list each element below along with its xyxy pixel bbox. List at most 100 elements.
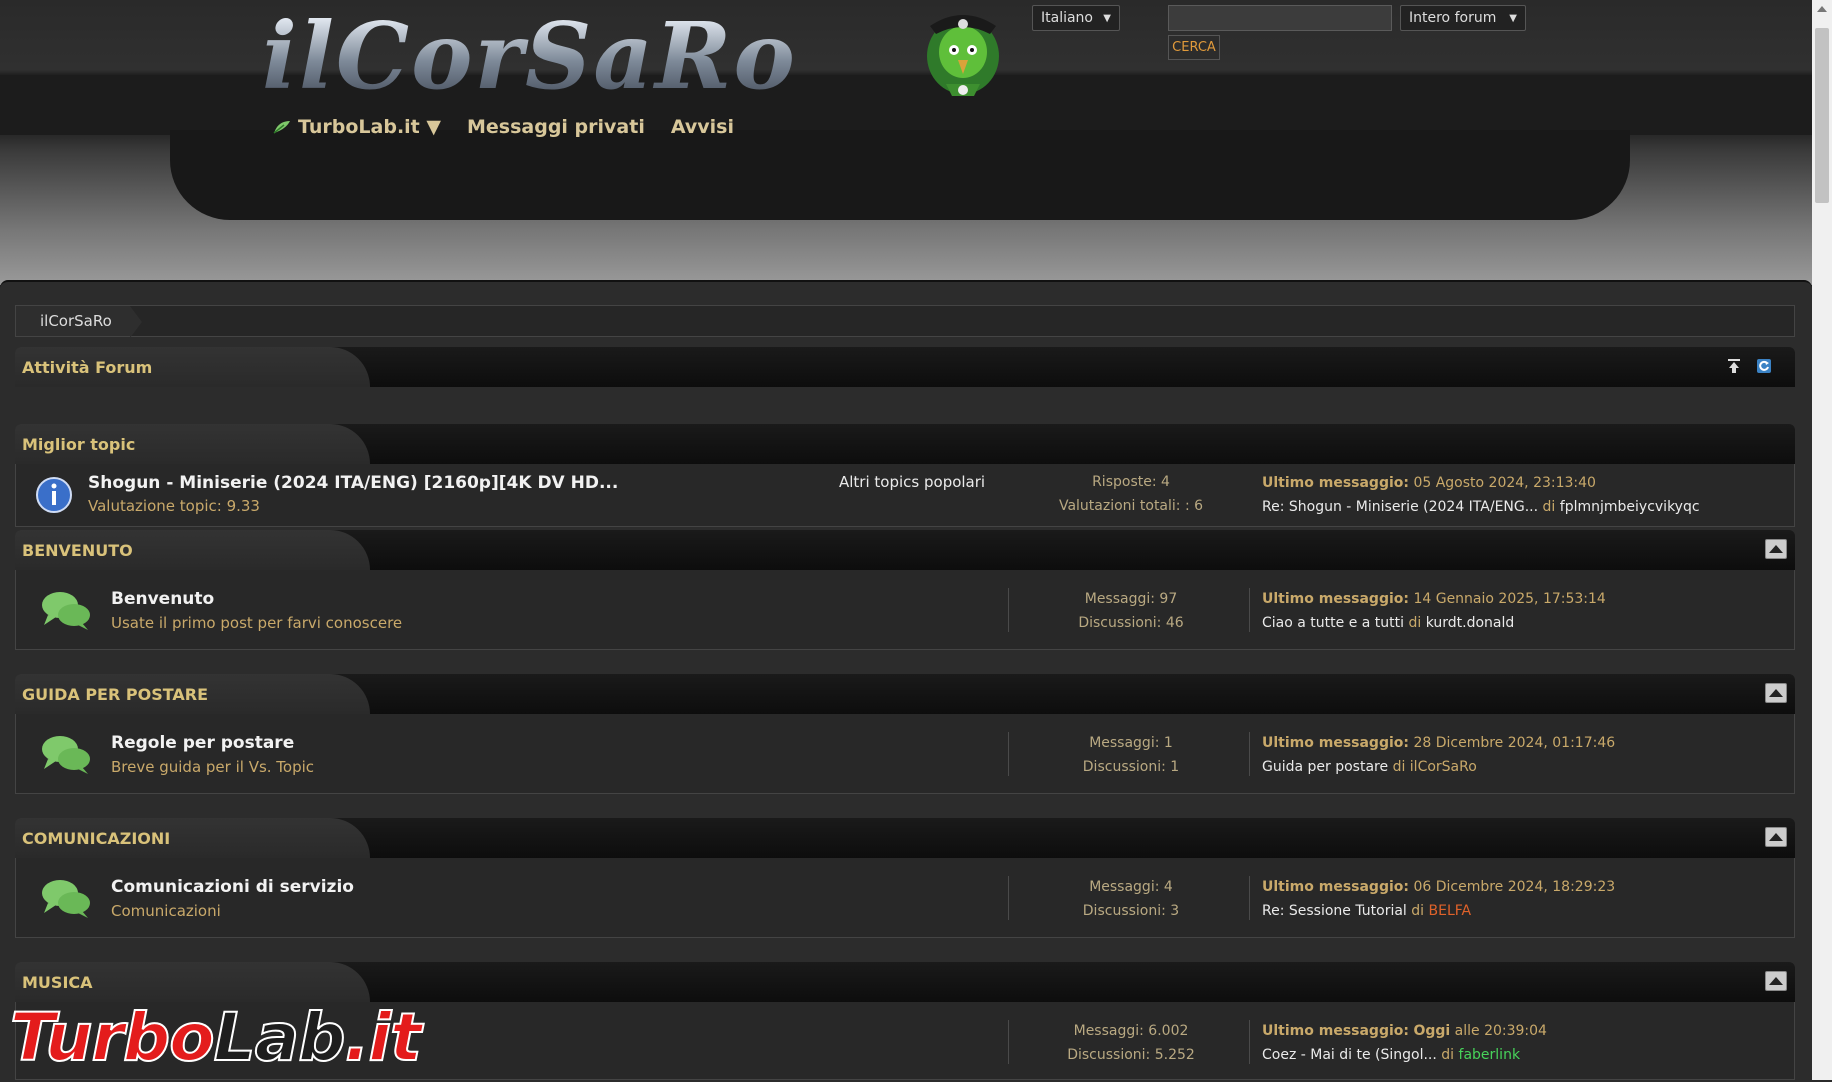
- chat-bubbles-icon: [42, 880, 90, 918]
- divider: [1008, 1020, 1009, 1064]
- top-topic-votes: Valutazioni totali: : 6: [1058, 498, 1204, 514]
- collapse-button[interactable]: [1765, 827, 1787, 847]
- last-message-label: Ultimo messaggio:: [1262, 735, 1409, 751]
- top-topic-title[interactable]: Shogun - Miniserie (2024 ITA/ENG) [2160p…: [88, 473, 618, 493]
- last-message-label: Ultimo messaggio:: [1262, 1023, 1409, 1039]
- nav-private-messages[interactable]: Messaggi privati: [467, 116, 645, 138]
- divider: [1249, 1020, 1250, 1064]
- top-topic-last-subject[interactable]: Re: Shogun - Miniserie (2024 ITA/ENG...: [1262, 499, 1538, 515]
- activity-header: Attività Forum: [15, 347, 1795, 387]
- board-row-regole: Regole per postare Breve guida per il Vs…: [15, 714, 1795, 794]
- board-topics: Discussioni: 1: [1082, 759, 1180, 775]
- search-button[interactable]: CERCA: [1168, 35, 1220, 60]
- language-select[interactable]: Italiano ▼: [1032, 5, 1120, 31]
- chevron-down-icon: ▼: [1509, 12, 1517, 24]
- category-header-guida: GUIDA PER POSTARE: [15, 674, 1795, 714]
- board-last-subject[interactable]: Ciao a tutte e a tutti: [1262, 615, 1404, 631]
- popular-topics-link[interactable]: Altri topics popolari: [839, 473, 985, 491]
- board-title[interactable]: Benvenuto: [111, 589, 214, 609]
- refresh-icon[interactable]: [1755, 357, 1773, 375]
- board-last-subject[interactable]: Guida per postare: [1262, 759, 1388, 775]
- board-last-subject[interactable]: Coez - Mai di te (Singol...: [1262, 1047, 1437, 1063]
- by-label: di: [1411, 903, 1425, 919]
- board-title[interactable]: Comunicazioni di servizio: [111, 877, 354, 897]
- category-title: GUIDA PER POSTARE: [15, 674, 370, 714]
- nav-notifications-label: Avvisi: [670, 116, 734, 138]
- watermark-part: Turbo: [9, 998, 216, 1077]
- category-title: BENVENUTO: [15, 530, 370, 570]
- top-topic-last-info: Ultimo messaggio: 05 Agosto 2024, 23:13:…: [1262, 475, 1596, 491]
- header-curve: [170, 130, 1630, 220]
- divider: [1249, 732, 1250, 776]
- nav-turbolab-label: TurboLab.it ▼: [298, 116, 441, 138]
- board-topics: Discussioni: 3: [1082, 903, 1180, 919]
- nav-turbolab[interactable]: TurboLab.it ▼: [272, 116, 441, 138]
- top-topic-row: Shogun - Miniserie (2024 ITA/ENG) [2160p…: [15, 464, 1795, 527]
- board-posts: Messaggi: 1: [1089, 735, 1173, 751]
- board-topics: Discussioni: 46: [1078, 615, 1184, 631]
- board-last-user[interactable]: ilCorSaRo: [1410, 759, 1477, 775]
- chat-bubbles-icon: [42, 592, 90, 630]
- info-icon: [36, 477, 72, 513]
- collapse-button[interactable]: [1765, 971, 1787, 991]
- collapse-up-icon: [1769, 689, 1783, 697]
- watermark-part: .it: [343, 998, 422, 1077]
- board-posts: Messaggi: 97: [1084, 591, 1178, 607]
- by-label: di: [1408, 615, 1422, 631]
- board-last-date: 06 Dicembre 2024, 18:29:23: [1413, 879, 1616, 895]
- board-description: Usate il primo post per farvi conoscere: [111, 614, 403, 632]
- board-last-info: Ultimo messaggio: 14 Gennaio 2025, 17:53…: [1262, 591, 1606, 607]
- board-last-date: 14 Gennaio 2025, 17:53:14: [1413, 591, 1606, 607]
- scroll-thumb[interactable]: [1815, 28, 1829, 203]
- board-last-info: Ultimo messaggio: 28 Dicembre 2024, 01:1…: [1262, 735, 1615, 751]
- last-message-label: Ultimo messaggio:: [1262, 879, 1409, 895]
- top-topic-header: Miglior topic: [15, 424, 1795, 464]
- top-topic-section-title: Miglior topic: [15, 424, 370, 464]
- page-scrollbar[interactable]: [1812, 0, 1832, 1080]
- board-last-post: Re: Sessione Tutorial di BELFA: [1262, 903, 1471, 919]
- board-last-date-prefix: Oggi: [1413, 1023, 1451, 1039]
- collapse-up-icon: [1769, 833, 1783, 841]
- collapse-button[interactable]: [1765, 539, 1787, 559]
- category-title: MUSICA: [15, 962, 370, 1002]
- board-last-post: Ciao a tutte e a tutti di kurdt.donald: [1262, 615, 1514, 631]
- breadcrumb: ilCorSaRo: [15, 305, 1795, 338]
- board-description: Comunicazioni: [111, 902, 221, 920]
- nav-notifications[interactable]: Avvisi: [671, 116, 734, 138]
- board-last-date: 28 Dicembre 2024, 01:17:46: [1413, 735, 1616, 751]
- board-last-info: Ultimo messaggio: Oggi alle 20:39:04: [1262, 1023, 1547, 1039]
- divider: [1008, 732, 1009, 776]
- board-posts: Messaggi: 4: [1089, 879, 1173, 895]
- collapse-button[interactable]: [1765, 683, 1787, 703]
- main-nav: TurboLab.it ▼ Messaggi privati Avvisi: [272, 116, 734, 138]
- by-label: di: [1542, 499, 1556, 515]
- last-message-label: Ultimo messaggio:: [1262, 591, 1409, 607]
- category-header-benvenuto: BENVENUTO: [15, 530, 1795, 570]
- board-last-user[interactable]: faberlink: [1459, 1047, 1521, 1063]
- category-header-comunicazioni: COMUNICAZIONI: [15, 818, 1795, 858]
- site-logo[interactable]: ilCorSaRo: [262, 6, 872, 106]
- by-label: di: [1392, 759, 1406, 775]
- board-last-user[interactable]: kurdt.donald: [1426, 615, 1515, 631]
- top-topic-last-user[interactable]: fplmnjmbeiycvikyqc: [1560, 499, 1700, 515]
- search-scope-value: Intero forum: [1409, 10, 1497, 26]
- collapse-up-icon: [1769, 545, 1783, 553]
- search-input[interactable]: [1168, 5, 1392, 31]
- board-last-user[interactable]: BELFA: [1429, 903, 1472, 919]
- board-last-info: Ultimo messaggio: 06 Dicembre 2024, 18:2…: [1262, 879, 1615, 895]
- breadcrumb-item-home[interactable]: ilCorSaRo: [16, 306, 142, 338]
- nav-private-messages-label: Messaggi privati: [467, 116, 645, 138]
- board-last-post: Coez - Mai di te (Singol... di faberlink: [1262, 1047, 1520, 1063]
- board-last-post: Guida per postare di ilCorSaRo: [1262, 759, 1477, 775]
- collapse-top-icon[interactable]: [1725, 357, 1743, 375]
- collapse-up-icon: [1769, 977, 1783, 985]
- activity-title: Attività Forum: [15, 347, 370, 387]
- top-topic-last-date: 05 Agosto 2024, 23:13:40: [1413, 475, 1596, 491]
- scroll-up-icon[interactable]: [1817, 6, 1827, 12]
- divider: [1249, 588, 1250, 632]
- board-row-benvenuto: Benvenuto Usate il primo post per farvi …: [15, 570, 1795, 650]
- board-title[interactable]: Regole per postare: [111, 733, 294, 753]
- category-header-musica: MUSICA: [15, 962, 1795, 1002]
- board-last-subject[interactable]: Re: Sessione Tutorial: [1262, 903, 1407, 919]
- search-scope-select[interactable]: Intero forum ▼: [1400, 5, 1526, 31]
